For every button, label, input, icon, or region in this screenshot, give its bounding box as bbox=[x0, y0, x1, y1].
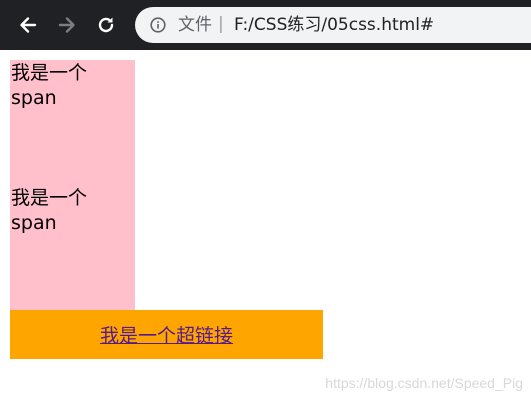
forward-button[interactable] bbox=[53, 11, 81, 39]
span-text-line: span bbox=[11, 212, 57, 234]
back-button[interactable] bbox=[14, 11, 42, 39]
forward-arrow-icon bbox=[58, 17, 75, 33]
back-arrow-icon bbox=[20, 17, 37, 33]
span-text-line: 我是一个 bbox=[11, 62, 88, 84]
url-text[interactable]: F:/CSS练习/05css.html# bbox=[234, 15, 434, 35]
browser-toolbar: 文件 | F:/CSS练习/05css.html# bbox=[0, 0, 531, 50]
info-icon[interactable] bbox=[150, 17, 166, 33]
span-text-line: 我是一个 bbox=[11, 187, 88, 209]
pink-span-box: 我是一个 span bbox=[10, 60, 135, 185]
page-viewport: 我是一个 span 我是一个 span 我是一个超链接 https://blog… bbox=[0, 50, 531, 399]
address-separator: | bbox=[218, 14, 224, 34]
span-text-line: span bbox=[11, 87, 57, 109]
watermark-text: https://blog.csdn.net/Speed_Pig bbox=[325, 375, 523, 391]
reload-button[interactable] bbox=[92, 11, 120, 39]
hyperlink[interactable]: 我是一个超链接 bbox=[100, 321, 233, 348]
orange-link-box: 我是一个超链接 bbox=[10, 310, 323, 359]
reload-icon bbox=[98, 17, 114, 33]
pink-span-box: 我是一个 span bbox=[10, 185, 135, 310]
address-bar[interactable]: 文件 | F:/CSS练习/05css.html# bbox=[135, 7, 531, 43]
scheme-label: 文件 bbox=[178, 15, 212, 35]
